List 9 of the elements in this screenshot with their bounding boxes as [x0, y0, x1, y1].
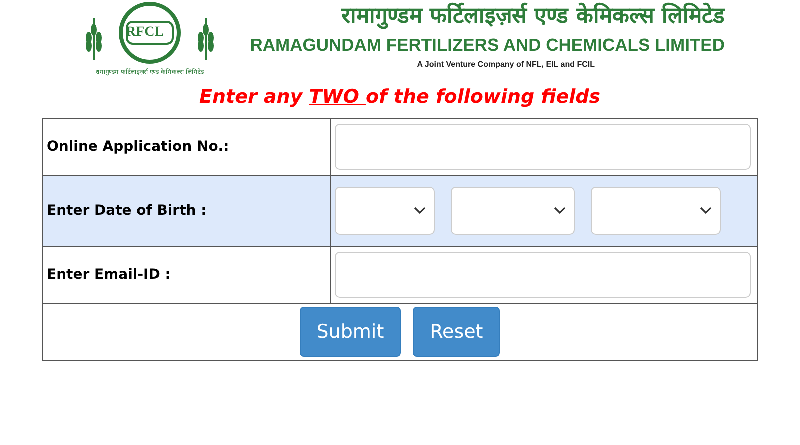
field-label: Online Application No.:: [42, 118, 330, 176]
field-label: Enter Email-ID :: [42, 246, 330, 304]
submit-button[interactable]: Submit: [300, 307, 402, 357]
company-subtitle: A Joint Venture Company of NFL, EIL and FCIL: [417, 60, 595, 69]
reset-button[interactable]: Reset: [413, 307, 500, 357]
company-name: RAMAGUNDAM FERTILIZERS AND CHEMICALS LIMITED: [250, 34, 725, 56]
company-name-hindi: रामागुण्डम फर्टिलाइज़र्स एण्ड केमिकल्स लिमिटेड: [341, 2, 725, 32]
field-label: Enter Date of Birth :: [42, 176, 330, 246]
instruction-text: Enter any TWO of the following fields: [198, 86, 602, 108]
